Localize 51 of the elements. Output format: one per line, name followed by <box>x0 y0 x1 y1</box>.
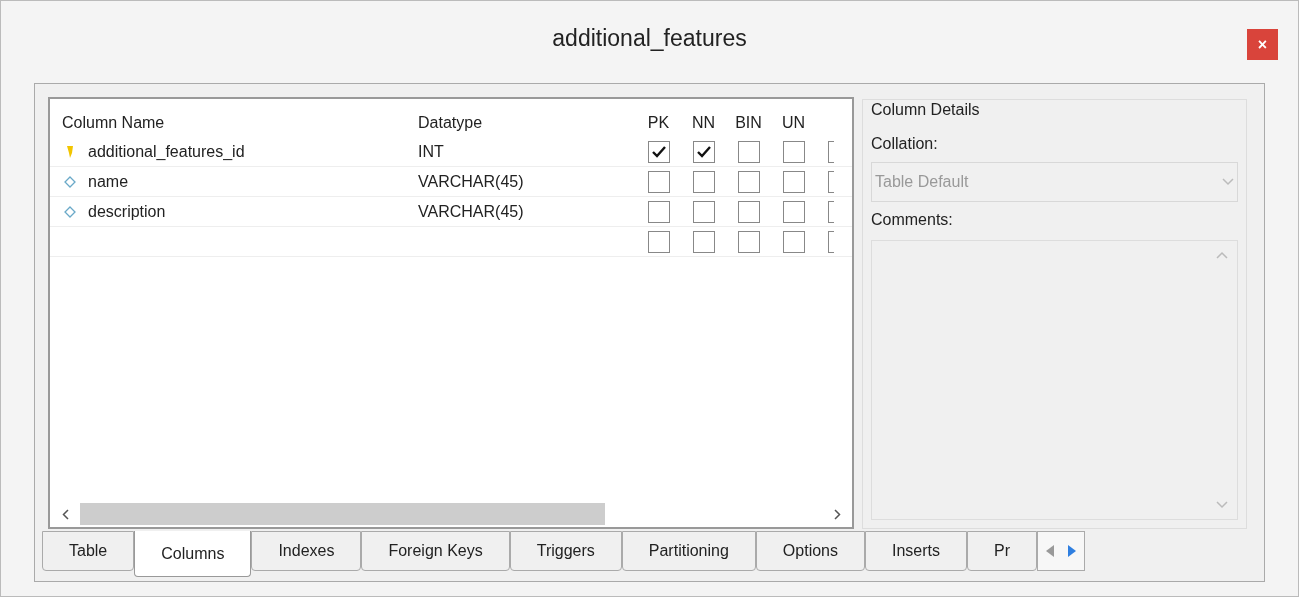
scroll-right-icon[interactable] <box>833 508 841 520</box>
table-cell-text: name <box>88 171 129 192</box>
column-header[interactable]: UN <box>771 111 816 135</box>
group-title: Column Details <box>871 100 981 120</box>
tab[interactable]: Triggers <box>509 531 622 571</box>
checkbox[interactable] <box>782 200 805 223</box>
checkbox[interactable] <box>782 140 805 163</box>
column-header[interactable]: NN <box>681 111 726 135</box>
table-cell: VARCHAR(45) <box>418 172 524 190</box>
table-cell-text: additional_features_id <box>88 141 245 162</box>
table-cell-text: description <box>88 201 166 222</box>
tab[interactable]: Inserts <box>865 531 967 571</box>
checkbox[interactable] <box>737 200 760 223</box>
checkbox[interactable] <box>647 230 670 253</box>
tab[interactable]: Options <box>755 531 865 571</box>
checkbox[interactable] <box>692 170 715 193</box>
checkbox[interactable] <box>692 140 715 163</box>
checkbox[interactable] <box>647 170 670 193</box>
checkmark-icon <box>696 145 711 158</box>
tab[interactable]: Pr <box>967 531 1037 571</box>
close-button[interactable]: × <box>1247 29 1278 60</box>
tab[interactable]: Partitioning <box>621 531 756 571</box>
checkbox[interactable] <box>692 230 715 253</box>
tab[interactable]: Table <box>42 531 135 571</box>
field-label: Collation: <box>871 134 939 154</box>
column-header[interactable]: Column Name <box>50 111 408 135</box>
column-header[interactable]: BIN <box>726 111 771 135</box>
column-header[interactable]: Datatype <box>408 111 636 135</box>
checkbox[interactable] <box>692 200 715 223</box>
tab-scroll-right-icon[interactable] <box>1066 544 1078 558</box>
diamond-icon <box>64 175 76 188</box>
tab[interactable]: Columns <box>134 531 252 577</box>
checkbox[interactable] <box>737 230 760 253</box>
column-header[interactable]: PK <box>636 111 681 135</box>
checkbox[interactable] <box>737 170 760 193</box>
diamond-icon <box>64 205 76 218</box>
checkbox[interactable] <box>647 140 670 163</box>
scroll-left-icon[interactable] <box>61 508 69 520</box>
checkmark-icon <box>651 145 666 158</box>
checkbox[interactable] <box>737 140 760 163</box>
table-cell: INT <box>418 142 444 160</box>
chevron-down-icon <box>1222 178 1234 186</box>
window-title: additional_features <box>552 23 747 53</box>
tab[interactable]: Foreign Keys <box>361 531 510 571</box>
checkbox[interactable] <box>782 170 805 193</box>
checkbox[interactable] <box>782 230 805 253</box>
checkbox[interactable] <box>647 200 670 223</box>
tab-scroll-left-icon[interactable] <box>1044 544 1056 558</box>
field-label: Comments: <box>871 210 954 230</box>
table-cell: VARCHAR(45) <box>418 202 524 220</box>
tab[interactable]: Indexes <box>251 531 362 571</box>
